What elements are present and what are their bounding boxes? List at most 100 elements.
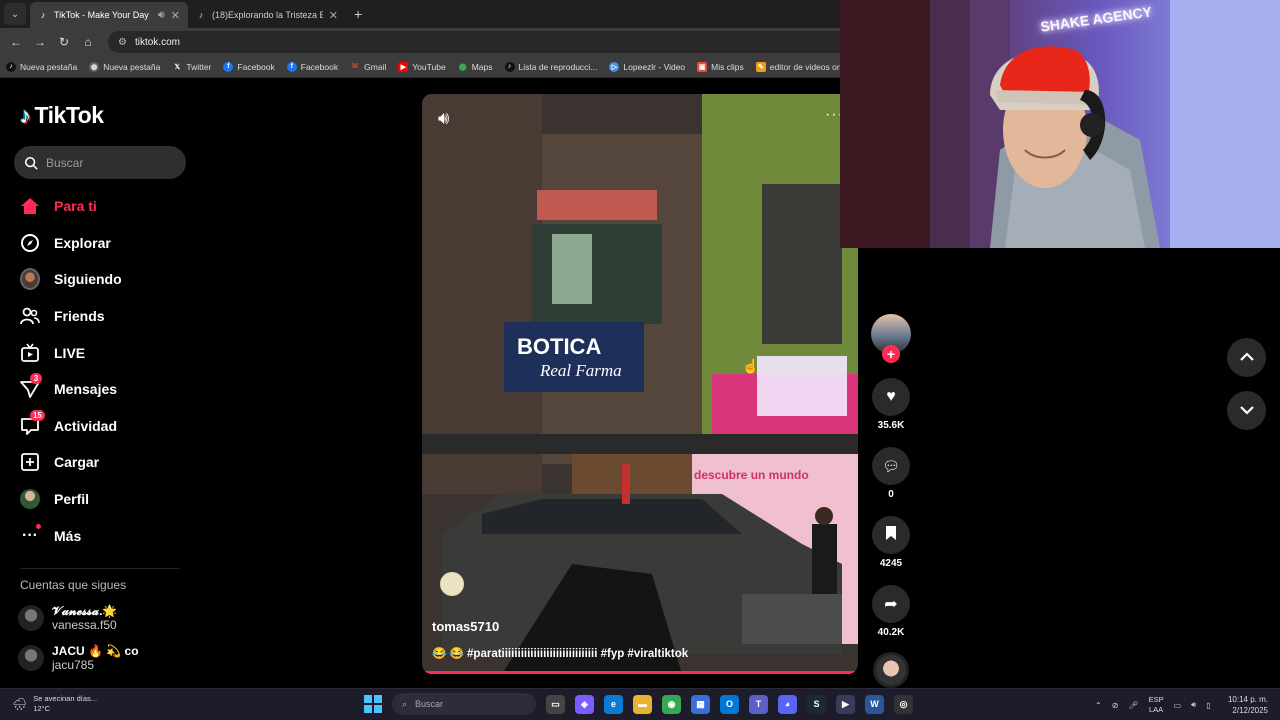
steam-icon[interactable]: S — [807, 694, 826, 714]
clock-date: 2/12/2025 — [1232, 706, 1268, 715]
search-icon: ⌕ — [402, 698, 408, 709]
language-indicator[interactable]: ESP LAA — [1149, 695, 1164, 715]
weather-text: Se avecinan días... — [33, 694, 98, 703]
url-text: tiktok.com — [134, 36, 180, 48]
sidebar-item-cargar[interactable]: Cargar — [20, 444, 122, 481]
speaker-icon[interactable]: 🔊︎ — [158, 9, 165, 22]
x-icon: 𝕏 — [174, 63, 181, 71]
store-icon[interactable]: ▦ — [691, 694, 710, 714]
search-input[interactable]: Buscar — [14, 146, 186, 179]
tab-search-button[interactable]: ⌄ — [4, 3, 26, 25]
file-explorer-icon[interactable]: ▬ — [633, 694, 652, 714]
forward-icon[interactable]: → — [30, 32, 50, 52]
comment-button[interactable]: 💬︎ — [872, 447, 910, 485]
battery-icon[interactable]: ▯ — [1206, 701, 1210, 710]
bookmark[interactable]: ◍ Nueva pestaña — [89, 61, 160, 72]
clock-time: 10:14 p. m. — [1227, 695, 1268, 704]
sidebar-item-explorar[interactable]: Explorar — [20, 225, 122, 262]
tab-video[interactable]: ♪ (18)Explorando la Tristeza Emo ✕ — [188, 2, 346, 28]
like-count: 35.6K — [877, 420, 905, 431]
share-button[interactable]: ➦ — [872, 585, 910, 623]
volume-icon[interactable]: 🔊︎ — [438, 108, 449, 129]
account-name: JACU 🔥 💫 co — [52, 644, 139, 658]
video-author[interactable]: tomas5710 — [432, 619, 499, 634]
bookmark[interactable]: ✎ editor de videos onl... — [755, 61, 851, 72]
volume-icon[interactable]: 🔊︎ — [1191, 700, 1196, 710]
sidebar-item-label: Siguiendo — [54, 271, 122, 288]
sidebar-divider — [20, 568, 180, 569]
reload-icon[interactable]: ↻ — [54, 32, 74, 52]
avatar — [18, 645, 44, 671]
following-account[interactable]: 𝓥𝓪𝓷𝓮𝓼𝓼𝓪.🌟 vanessa.f50 — [18, 604, 117, 632]
sidebar-item-mensajes[interactable]: 3 Mensajes — [20, 371, 122, 408]
video-editor-icon[interactable]: ▶ — [836, 694, 855, 714]
weather-widget[interactable]: 🌧︎ Se avecinan días... 12°C — [12, 694, 97, 714]
copilot-icon[interactable]: ◈ — [575, 694, 594, 714]
sidebar-item-siguiendo[interactable]: Siguiendo — [20, 261, 122, 298]
clips-icon: ▣ — [697, 61, 708, 72]
site-info-icon[interactable]: ⚙ — [118, 37, 127, 48]
teams-icon[interactable]: T — [749, 694, 768, 714]
bookmark[interactable]: ⬤ Maps — [458, 62, 493, 72]
creator-avatar[interactable]: + — [871, 314, 911, 363]
following-avatar-icon — [20, 268, 40, 291]
tiktok-logo[interactable]: ♪ TikTok — [20, 102, 104, 129]
microphone-icon[interactable]: 🎤︎ — [1128, 701, 1138, 710]
search-placeholder: Buscar — [46, 155, 84, 170]
more-icon: ··· — [20, 523, 41, 546]
network-off-icon[interactable]: ⊘ — [1112, 701, 1119, 710]
close-tab-icon[interactable]: ✕ — [329, 9, 338, 22]
taskbar-search[interactable]: ⌕ Buscar — [392, 693, 536, 715]
previous-video-button[interactable] — [1227, 338, 1266, 377]
obs-icon[interactable]: ◎ — [894, 694, 913, 714]
chevron-up-icon — [1239, 349, 1254, 367]
display-icon[interactable]: ▭ — [1174, 701, 1182, 710]
tab-tiktok[interactable]: ♪ TikTok - Make Your Day 🔊︎ ✕ — [30, 2, 188, 28]
sidebar-item-actividad[interactable]: 15 Actividad — [20, 408, 122, 445]
sidebar-item-para-ti[interactable]: Para ti — [20, 188, 122, 225]
word-icon[interactable]: W — [865, 694, 884, 714]
bookmark[interactable]: ♪ Nueva pestaña — [6, 61, 77, 72]
sidebar-item-live[interactable]: LIVE — [20, 334, 122, 371]
activity-icon: 15 — [20, 409, 45, 436]
save-button[interactable] — [872, 516, 910, 554]
tiktok-note-icon: ♪ — [20, 102, 31, 128]
bookmark[interactable]: M Gmail — [350, 62, 386, 72]
follow-plus-icon[interactable]: + — [882, 345, 900, 363]
bookmark[interactable]: f Facebook — [223, 61, 275, 72]
sound-disc-icon[interactable] — [873, 652, 909, 688]
chevron-up-icon[interactable]: ⌃ — [1095, 701, 1102, 710]
sidebar-item-mas[interactable]: ··· Más — [20, 517, 122, 554]
next-video-button[interactable] — [1227, 391, 1266, 430]
sidebar-item-friends[interactable]: Friends — [20, 298, 122, 335]
video-progress-bar[interactable] — [422, 671, 858, 674]
bookmark[interactable]: 𝕏 Twitter — [172, 62, 212, 72]
account-name: 𝓥𝓪𝓷𝓮𝓼𝓼𝓪.🌟 — [52, 604, 118, 618]
back-icon[interactable]: ← — [6, 32, 26, 52]
gmail-icon: M — [352, 63, 359, 70]
sidebar-item-perfil[interactable]: Perfil — [20, 481, 122, 518]
task-view-icon[interactable]: ▭ — [546, 694, 565, 714]
windows-start-icon[interactable] — [364, 695, 382, 713]
activity-badge: 15 — [30, 409, 45, 421]
clock[interactable]: 10:14 p. m. 2/12/2025 — [1228, 694, 1268, 716]
bookmark[interactable]: ♪ Lista de reproducci... — [504, 61, 597, 72]
like-button[interactable]: ♥ — [872, 378, 910, 416]
discord-icon[interactable]: ◕ — [778, 694, 797, 714]
edge-icon[interactable]: e — [604, 694, 623, 714]
outlook-icon[interactable]: O — [720, 694, 739, 714]
tab-title: TikTok - Make Your Day — [54, 10, 149, 20]
bookmark[interactable]: f Facebook — [286, 61, 338, 72]
home-icon[interactable]: ⌂ — [78, 32, 98, 52]
address-bar[interactable]: ⚙ tiktok.com — [108, 31, 928, 53]
close-tab-icon[interactable]: ✕ — [171, 9, 180, 22]
bookmark[interactable]: ▣ Mis clips — [697, 61, 744, 72]
bookmark[interactable]: ▷ Lopeezlr - Video — [609, 61, 685, 72]
bookmark[interactable]: ▶ YouTube — [398, 61, 446, 72]
new-tab-button[interactable]: + — [346, 6, 370, 28]
video-frame: BOTICA Real Farma descubre un mundo — [422, 94, 858, 674]
following-account[interactable]: JACU 🔥 💫 co jacu785 — [18, 644, 139, 672]
chrome-icon[interactable]: ◉ — [662, 694, 681, 714]
video-player[interactable]: BOTICA Real Farma descubre un mundo 🔊︎ ·… — [422, 94, 858, 674]
system-tray: ⌃ ⊘ 🎤︎ ESP LAA ▭ 🔊︎ ▯ — [1095, 695, 1211, 715]
